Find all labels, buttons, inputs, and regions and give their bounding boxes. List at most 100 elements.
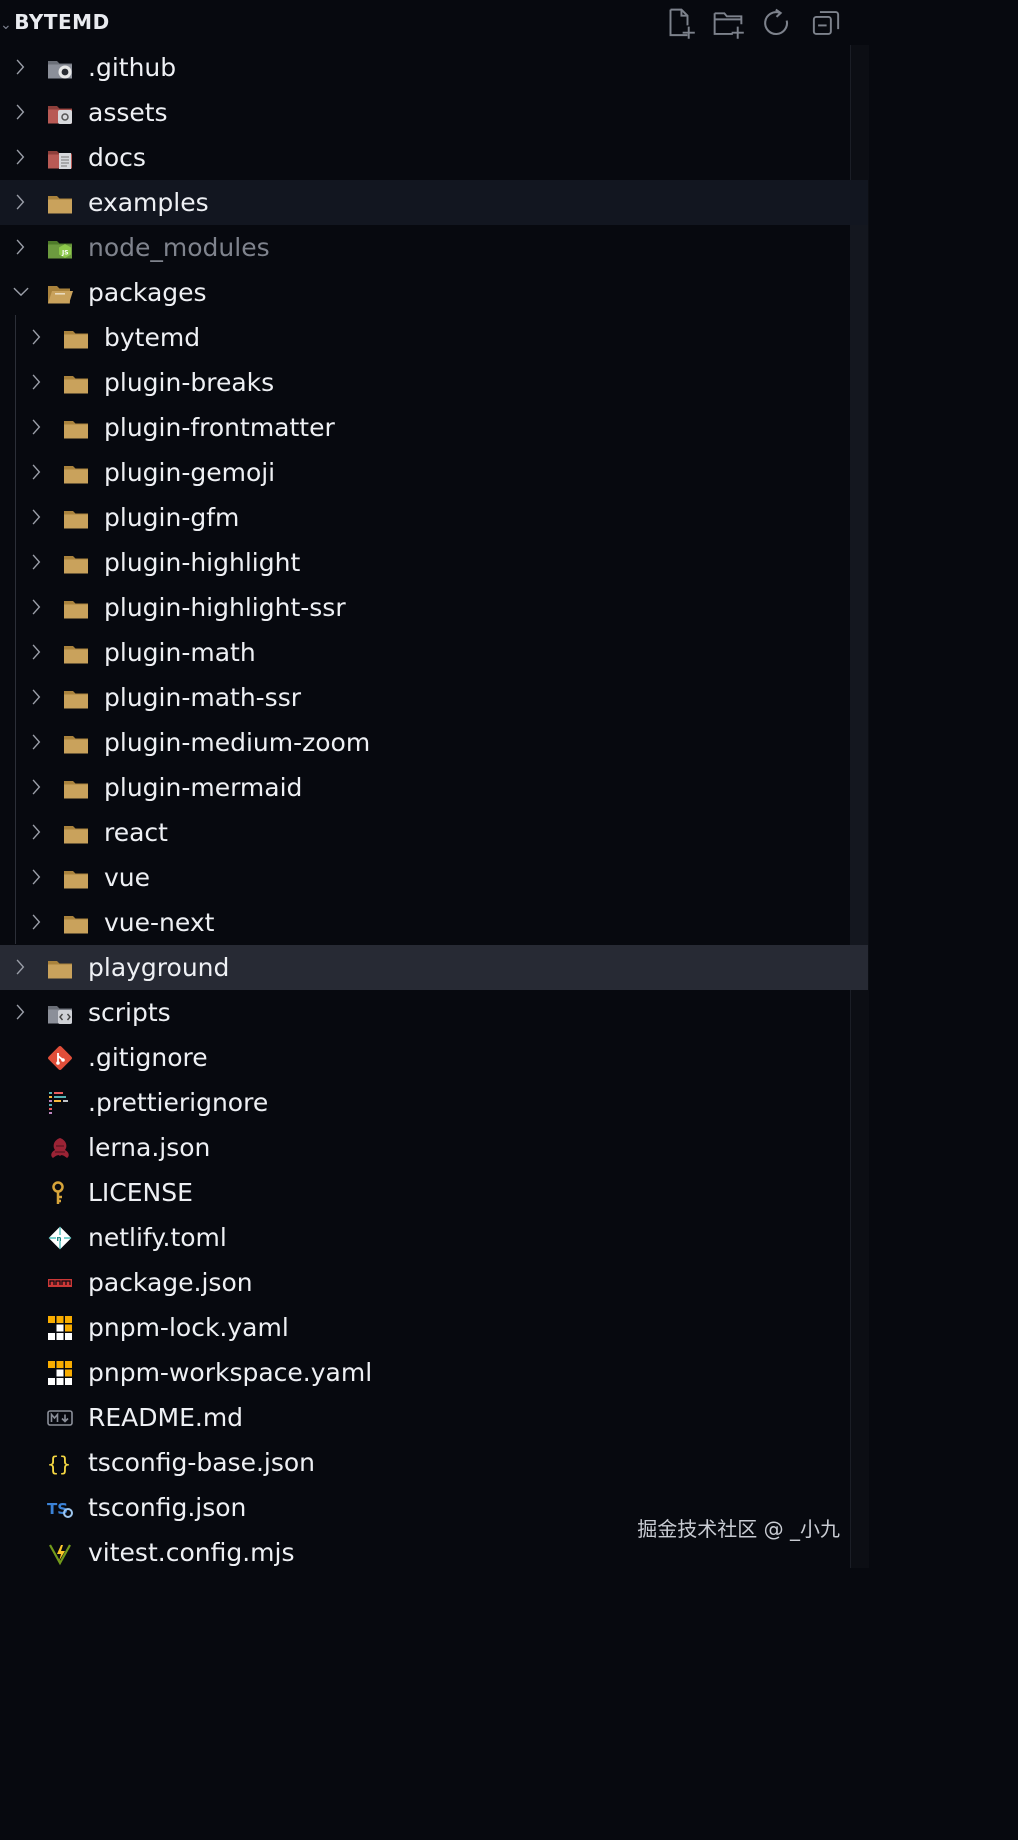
tree-folder-row[interactable]: assets [0,90,868,135]
tree-folder-row[interactable]: plugin-frontmatter [0,405,868,450]
github-folder-icon [46,54,74,82]
tree-item-label: assets [88,98,168,127]
tree-folder-row[interactable]: packages [0,270,868,315]
tree-folder-row[interactable]: plugin-mermaid [0,765,868,810]
folder-icon [62,729,90,757]
tree-item-label: vitest.config.mjs [88,1538,295,1567]
tree-item-label: scripts [88,998,171,1027]
tree-item-label: netlify.toml [88,1223,227,1252]
tree-item-label: docs [88,143,146,172]
chevron-right-icon[interactable] [26,596,48,618]
collapse-all-button[interactable] [809,6,843,40]
tree-item-label: tsconfig.json [88,1493,247,1522]
chevron-right-icon[interactable] [26,911,48,933]
chevron-right-icon[interactable] [26,821,48,843]
tree-folder-row[interactable]: playground [0,945,868,990]
folder-icon [62,594,90,622]
chevron-right-icon[interactable] [10,56,32,78]
tree-item-label: packages [88,278,207,307]
chevron-right-icon[interactable] [26,686,48,708]
scripts-folder-icon [46,999,74,1027]
chevron-right-icon[interactable] [10,146,32,168]
tree-folder-row[interactable]: JS node_modules [0,225,868,270]
tree-item-label: plugin-breaks [104,368,275,397]
svg-text:JS: JS [61,250,69,257]
chevron-right-icon[interactable] [26,866,48,888]
license-icon [46,1179,74,1207]
folder-icon [46,954,74,982]
new-file-icon [662,8,696,44]
tree-file-row[interactable]: lerna.json [0,1125,868,1170]
refresh-button[interactable] [760,6,794,40]
chevron-right-icon[interactable] [26,461,48,483]
chevron-right-icon[interactable] [10,191,32,213]
chevron-right-icon[interactable] [26,731,48,753]
folder-icon [62,459,90,487]
collapse-chevron-icon: ⌄ [0,17,13,33]
chevron-right-icon[interactable] [26,371,48,393]
chevron-right-icon[interactable] [26,776,48,798]
tree-folder-row[interactable]: plugin-highlight [0,540,868,585]
json-braces-icon: {} [46,1449,74,1477]
svg-text:n: n [57,1235,62,1243]
tree-file-row[interactable]: README.md [0,1395,868,1440]
tree-item-label: vue-next [104,908,215,937]
folder-icon [62,369,90,397]
tree-folder-row[interactable]: .github [0,45,868,90]
explorer-title[interactable]: ⌄ BYTEMD [0,10,110,34]
tree-folder-row[interactable]: react [0,810,868,855]
folder-icon [62,639,90,667]
tree-folder-row[interactable]: plugin-math [0,630,868,675]
tree-item-label: plugin-medium-zoom [104,728,371,757]
tree-item-label: vue [104,863,151,892]
tree-item-label: tsconfig-base.json [88,1448,316,1477]
tree-file-row[interactable]: n netlify.toml [0,1215,868,1260]
chevron-right-icon[interactable] [10,1001,32,1023]
tree-folder-row[interactable]: examples [0,180,868,225]
tree-file-row[interactable]: .prettierignore [0,1080,868,1125]
chevron-right-icon[interactable] [26,551,48,573]
tree-folder-row[interactable]: scripts [0,990,868,1035]
tsconfig-icon: TS [46,1494,74,1522]
chevron-down-icon[interactable] [10,281,32,303]
tree-folder-row[interactable]: vue-next [0,900,868,945]
folder-icon [62,819,90,847]
chevron-right-icon[interactable] [10,236,32,258]
tree-folder-row[interactable]: bytemd [0,315,868,360]
tree-folder-row[interactable]: plugin-math-ssr [0,675,868,720]
refresh-icon [760,8,794,44]
new-folder-button[interactable] [711,6,745,40]
tree-folder-row[interactable]: plugin-gfm [0,495,868,540]
chevron-right-icon[interactable] [10,956,32,978]
git-icon [46,1044,74,1072]
tree-file-row[interactable]: package.json [0,1260,868,1305]
chevron-right-icon[interactable] [10,101,32,123]
tree-item-label: plugin-math [104,638,256,667]
new-file-button[interactable] [662,6,696,40]
tree-item-label: playground [88,953,230,982]
pnpm-icon [46,1314,74,1342]
folder-icon [62,774,90,802]
tree-folder-row[interactable]: plugin-gemoji [0,450,868,495]
tree-item-label: bytemd [104,323,201,352]
tree-file-row[interactable]: LICENSE [0,1170,868,1215]
chevron-right-icon[interactable] [26,416,48,438]
tree-file-row[interactable]: .gitignore [0,1035,868,1080]
tree-file-row[interactable]: pnpm-lock.yaml [0,1305,868,1350]
chevron-right-icon[interactable] [26,641,48,663]
tree-file-row[interactable]: pnpm-workspace.yaml [0,1350,868,1395]
tree-folder-row[interactable]: vue [0,855,868,900]
tree-folder-row[interactable]: plugin-breaks [0,360,868,405]
chevron-right-icon[interactable] [26,326,48,348]
chevron-right-icon[interactable] [26,506,48,528]
tree-item-label: plugin-frontmatter [104,413,335,442]
tree-file-row[interactable]: {} tsconfig-base.json [0,1440,868,1485]
netlify-icon: n [46,1224,74,1252]
npm-icon [46,1269,74,1297]
folder-icon [62,324,90,352]
tree-folder-row[interactable]: docs [0,135,868,180]
node-folder-icon: JS [46,234,74,262]
folder-icon [62,909,90,937]
tree-folder-row[interactable]: plugin-medium-zoom [0,720,868,765]
tree-folder-row[interactable]: plugin-highlight-ssr [0,585,868,630]
